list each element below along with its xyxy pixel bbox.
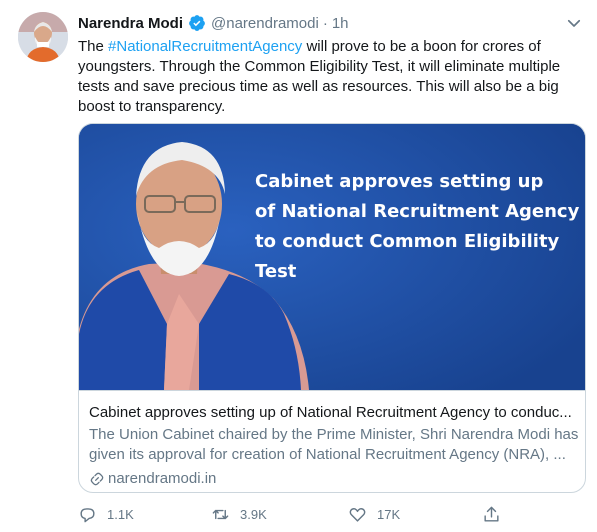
tweet-time[interactable]: 1h [332, 15, 349, 32]
card-image-headline-line: Cabinet approves setting up [255, 171, 544, 192]
like-button[interactable]: 17K [348, 505, 400, 524]
reply-button[interactable]: 1.1K [78, 505, 134, 524]
retweet-icon [212, 509, 229, 520]
tweet-text-before: The [78, 38, 109, 55]
card-domain-text: narendramodi.in [108, 470, 217, 487]
card-image: Cabinet approves setting up of National … [79, 124, 585, 390]
share-icon [484, 506, 499, 522]
retweet-button[interactable]: 3.9K [211, 505, 267, 524]
link-icon [90, 472, 104, 486]
like-icon [349, 508, 366, 522]
tweet-header: Narendra Modi @narendramodi · 1h [78, 12, 349, 34]
card-domain: narendramodi.in [89, 469, 216, 489]
reply-icon [80, 508, 95, 523]
tweet: Narendra Modi @narendramodi · 1h The #Na… [0, 0, 597, 532]
share-button[interactable] [482, 505, 511, 524]
separator-dot: · [322, 14, 328, 32]
card-body: Cabinet approves setting up of National … [79, 390, 585, 487]
card-title[interactable]: Cabinet approves setting up of National … [89, 403, 579, 423]
avatar-portrait [18, 12, 68, 62]
card-image-headline-line: of National Recruitment Agency [255, 201, 580, 222]
author-handle[interactable]: @narendramodi [211, 15, 319, 32]
tweet-actions: 1.1K 3.9K 17K [78, 505, 578, 527]
reply-count: 1.1K [107, 507, 134, 522]
avatar[interactable] [18, 12, 68, 62]
chevron-down-icon[interactable] [565, 14, 583, 32]
retweet-count: 3.9K [240, 507, 267, 522]
card-image-headline: Cabinet approves setting up of National … [255, 167, 585, 287]
link-card[interactable]: Cabinet approves setting up of National … [78, 123, 586, 493]
like-count: 17K [377, 507, 401, 522]
verified-badge-icon [189, 15, 205, 31]
hashtag-link[interactable]: #NationalRecruitmentAgency [108, 38, 302, 55]
author-name[interactable]: Narendra Modi [78, 15, 183, 32]
tweet-text: The #NationalRecruitmentAgency will prov… [78, 37, 578, 117]
card-image-headline-line: to conduct Common Eligibility Test [255, 231, 560, 282]
card-description: The Union Cabinet chaired by the Prime M… [89, 426, 579, 463]
